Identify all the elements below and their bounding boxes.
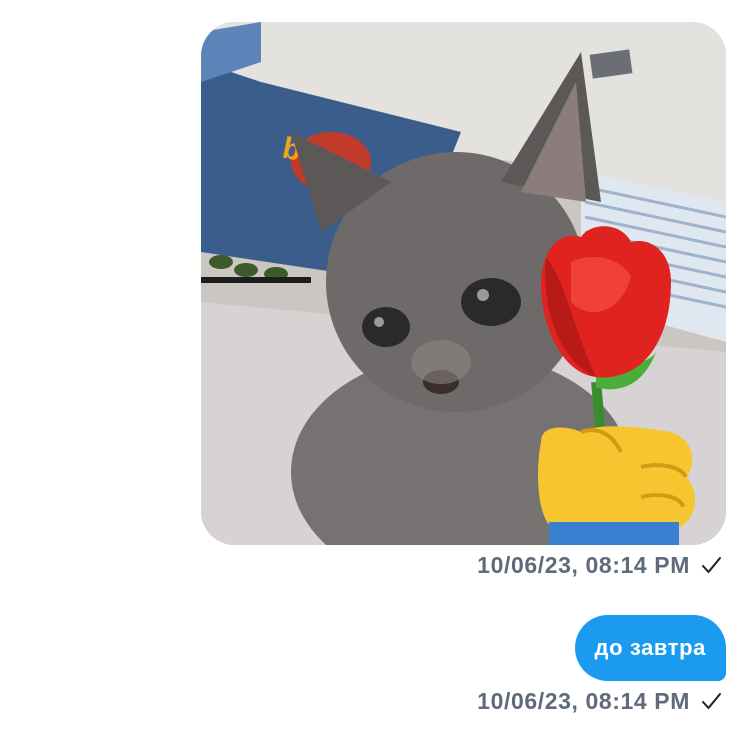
message-meta: 10/06/23, 08:14 PM: [477, 552, 722, 579]
message-text: до завтра: [594, 635, 706, 660]
timestamp: 10/06/23, 08:14 PM: [477, 552, 690, 578]
check-icon: [700, 555, 722, 577]
message-meta: 10/06/23, 08:14 PM: [477, 688, 722, 715]
text-message-bubble[interactable]: до завтра: [574, 615, 726, 681]
timestamp: 10/06/23, 08:14 PM: [477, 688, 690, 714]
chat-thread: blo: [0, 0, 750, 734]
kitten-rose-image[interactable]: blo: [201, 22, 726, 545]
check-icon: [700, 691, 722, 713]
image-message[interactable]: blo: [201, 22, 726, 545]
